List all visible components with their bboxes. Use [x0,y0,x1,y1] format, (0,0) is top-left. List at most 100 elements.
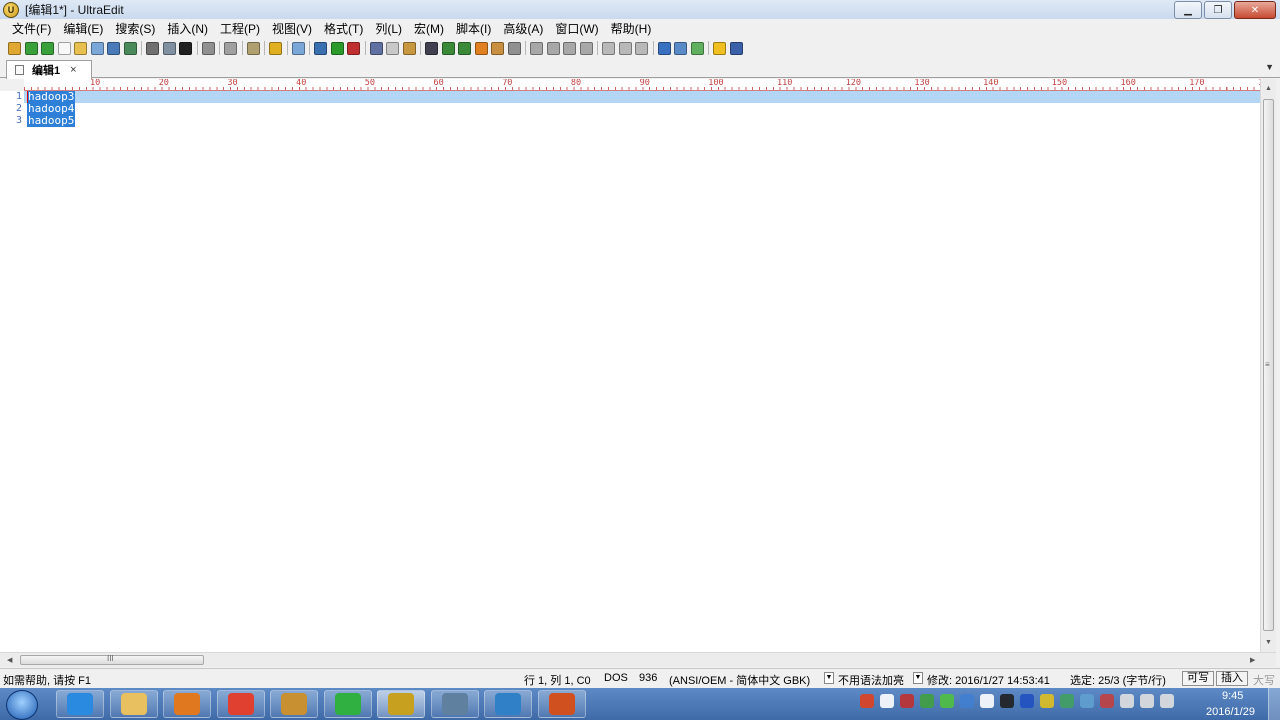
replace-in-files-icon[interactable] [507,41,521,55]
syntax-highlight-label[interactable]: 不用语法加亮 [838,672,904,688]
scroll-right-icon[interactable]: ▶ [1250,656,1255,664]
flag-icon[interactable] [1100,694,1114,708]
paste-icon[interactable] [402,41,416,55]
clock-date[interactable]: 2016/1/29 [1206,706,1255,718]
copy-icon[interactable] [386,41,399,55]
web-browser-icon[interactable] [657,41,671,55]
taskbar-button[interactable] [109,690,158,718]
tab-document[interactable]: 编辑1 × [6,60,92,79]
tab-close-icon[interactable]: × [70,64,76,76]
scroll-left-icon[interactable]: ◀ [7,656,12,664]
network-icon[interactable] [920,694,934,708]
volume-icon[interactable] [1140,694,1154,708]
close-button[interactable]: ✕ [1234,1,1276,19]
find-in-files-icon[interactable] [491,41,504,55]
security-icon[interactable] [1060,694,1074,708]
menu-item-12[interactable]: 帮助(H) [605,20,658,37]
insert-mode-status[interactable]: 插入 [1216,671,1248,686]
tip-icon[interactable] [713,41,726,55]
menu-item-0[interactable]: 文件(F) [6,20,57,37]
maximize-button[interactable]: ❐ [1204,1,1232,19]
wechat-icon[interactable] [940,694,954,708]
menu-item-3[interactable]: 插入(N) [161,20,214,37]
shield-icon[interactable] [960,694,974,708]
justify-icon[interactable] [579,41,593,55]
horizontal-scroll-thumb[interactable]: III [20,654,204,665]
menu-item-8[interactable]: 宏(M) [408,20,450,37]
usb-icon[interactable] [1120,694,1134,708]
forward-icon[interactable] [41,41,54,55]
menu-item-4[interactable]: 工程(P) [214,20,266,37]
record-macro-icon[interactable] [314,41,327,55]
taskbar-button[interactable] [484,690,532,718]
menu-item-2[interactable]: 搜索(S) [109,20,161,37]
horizontal-scrollbar[interactable]: ◀ III ▶ [0,652,1276,667]
taskbar-button[interactable] [430,690,479,718]
signal-icon[interactable] [1160,694,1174,708]
cut-icon[interactable] [369,41,383,55]
close-file-icon[interactable] [90,41,104,55]
encoding-dropdown[interactable]: ▼ [824,672,834,684]
encoding-label[interactable]: (ANSI/OEM - 简体中文 GBK) [669,672,810,688]
find-icon[interactable] [425,41,438,55]
code-line-selected[interactable]: hadoop5 [27,115,76,127]
word-wrap-icon[interactable] [201,41,215,55]
scroll-up-icon[interactable]: ▲ [1265,85,1272,92]
stop-macro-icon[interactable] [347,41,360,55]
codepage[interactable]: 936 [639,672,657,684]
line-ending[interactable]: DOS [604,672,628,684]
line-number-icon[interactable] [224,41,237,55]
plus-icon[interactable] [1040,694,1054,708]
ftp-icon[interactable] [674,41,687,55]
tray-app-icon[interactable] [900,694,914,708]
taskbar-button[interactable] [323,690,372,718]
sogou-icon[interactable] [860,694,874,708]
spell-check-icon[interactable] [291,41,305,55]
writable-status[interactable]: 可写 [1182,671,1214,686]
compare-icon[interactable] [690,41,704,55]
save-all-icon[interactable] [123,41,137,55]
editor-area[interactable]: hadoop3 hadoop4 hadoop5 [24,91,1260,652]
windows-icon[interactable] [980,694,994,708]
taskbar-button[interactable] [270,690,318,718]
syntax-highlight-dropdown[interactable]: ▼ [913,672,923,684]
open-file-icon[interactable] [74,41,87,55]
find-next-icon[interactable] [441,41,455,55]
bluetooth-icon[interactable] [1020,694,1034,708]
new-file-icon[interactable] [57,41,71,55]
back-icon[interactable] [24,41,38,55]
print-icon[interactable] [146,41,159,55]
align-right-icon[interactable] [563,41,576,55]
new-project-icon[interactable] [8,41,21,55]
replace-icon[interactable] [474,41,488,55]
qq-icon[interactable] [1000,694,1014,708]
vertical-scrollbar[interactable]: ▲ ≡ ▼ [1260,79,1276,652]
taskbar-button[interactable] [163,690,211,718]
ime-icon[interactable] [880,694,894,708]
column-icon[interactable] [269,41,282,55]
start-button[interactable] [6,690,38,720]
vertical-scroll-thumb[interactable]: ≡ [1263,99,1274,631]
menu-item-10[interactable]: 高级(A) [497,20,549,37]
clock-time[interactable]: 9:45 [1222,690,1243,702]
play-macro-icon[interactable] [330,41,344,55]
taskbar-button[interactable] [56,690,104,718]
help-icon[interactable] [729,41,743,55]
show-desktop-button[interactable] [1268,688,1280,720]
tab-list-dropdown-icon[interactable]: ▼ [1265,62,1274,72]
find-prev-icon[interactable] [458,41,471,55]
scroll-down-icon[interactable]: ▼ [1265,639,1272,646]
print-preview-icon[interactable] [162,41,176,55]
align-left-icon[interactable] [530,41,543,55]
hex-icon[interactable] [246,41,260,55]
monitor-icon[interactable] [1080,694,1094,708]
align-center-icon[interactable] [546,41,560,55]
font-icon[interactable] [179,41,192,55]
menu-item-5[interactable]: 视图(V) [266,20,318,37]
menu-item-7[interactable]: 列(L) [369,20,408,37]
taskbar-button[interactable] [537,690,586,718]
save-icon[interactable] [107,41,120,55]
menu-item-1[interactable]: 编辑(E) [57,20,109,37]
window-list-icon[interactable] [635,41,648,55]
split-horizontal-icon[interactable] [602,41,615,55]
